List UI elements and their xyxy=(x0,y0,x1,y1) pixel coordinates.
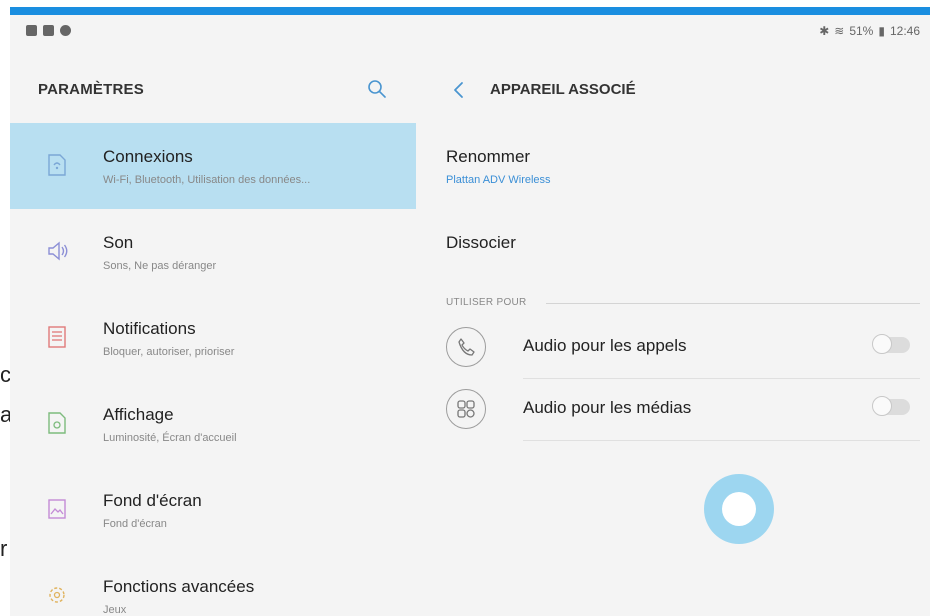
rename-label: Renommer xyxy=(446,147,531,166)
advanced-features-icon xyxy=(49,587,65,603)
mail-icon xyxy=(43,25,54,36)
system-status: ✱ ≋ 51% ▮ 12:46 xyxy=(819,24,920,38)
search-icon[interactable] xyxy=(366,78,388,100)
clock: 12:46 xyxy=(889,24,920,38)
row-divider xyxy=(523,378,920,379)
back-arrow-icon[interactable] xyxy=(452,80,466,100)
phone-icon xyxy=(446,327,486,367)
sound-icon xyxy=(48,241,68,261)
paired-device-panel: APPAREIL ASSOCIÉ Renommer Plattan ADV Wi… xyxy=(416,49,930,616)
section-header: UTILISER POUR xyxy=(446,297,527,308)
blocked-icon xyxy=(60,25,71,36)
page-title: PARAMÈTRES xyxy=(38,81,144,98)
notification-icons xyxy=(26,25,71,36)
status-bar: ✱ ≋ 51% ▮ 12:46 xyxy=(10,15,930,49)
display-icon xyxy=(48,412,66,434)
settings-item-fonctions-avancees[interactable]: Fonctions avancées Jeux xyxy=(10,553,416,616)
settings-item-title: Son xyxy=(103,233,134,252)
settings-item-connexions[interactable]: Connexions Wi-Fi, Bluetooth, Utilisation… xyxy=(10,123,416,209)
loading-spinner xyxy=(704,474,774,544)
settings-item-notifications[interactable]: Notifications Bloquer, autoriser, priori… xyxy=(10,295,416,381)
unpair-button[interactable]: Dissocier xyxy=(446,233,516,253)
settings-item-subtitle: Wi-Fi, Bluetooth, Utilisation des donnée… xyxy=(103,174,311,186)
settings-item-title: Notifications xyxy=(103,319,196,338)
settings-item-title: Fond d'écran xyxy=(103,491,202,510)
detail-title: APPAREIL ASSOCIÉ xyxy=(490,81,636,98)
option-label: Audio pour les médias xyxy=(523,398,692,417)
settings-item-subtitle: Fond d'écran xyxy=(103,518,167,530)
settings-item-son[interactable]: Son Sons, Ne pas déranger xyxy=(10,209,416,295)
battery-icon: ▮ xyxy=(878,24,885,38)
settings-header: PARAMÈTRES xyxy=(10,49,416,123)
bluetooth-icon: ✱ xyxy=(819,24,830,38)
option-label: Audio pour les appels xyxy=(523,336,687,355)
section-divider xyxy=(546,303,920,304)
notifications-icon xyxy=(48,326,66,348)
settings-item-fond-ecran[interactable]: Fond d'écran Fond d'écran xyxy=(10,467,416,553)
settings-item-affichage[interactable]: Affichage Luminosité, Écran d'accueil xyxy=(10,381,416,467)
tablet-screen: ✱ ≋ 51% ▮ 12:46 PARAMÈTRES Connexions Wi… xyxy=(10,7,930,616)
wallpaper-icon xyxy=(48,499,66,519)
row-divider xyxy=(523,440,920,441)
background-glyph: r xyxy=(0,536,8,561)
settings-panel: PARAMÈTRES Connexions Wi-Fi, Bluetooth, … xyxy=(10,49,416,616)
settings-item-subtitle: Luminosité, Écran d'accueil xyxy=(103,432,237,444)
notification-icon xyxy=(26,25,37,36)
call-audio-toggle[interactable] xyxy=(872,334,910,354)
settings-item-subtitle: Jeux xyxy=(103,604,127,616)
settings-item-subtitle: Bloquer, autoriser, prioriser xyxy=(103,346,235,358)
settings-item-title: Fonctions avancées xyxy=(103,577,255,596)
media-audio-toggle[interactable] xyxy=(872,396,910,416)
settings-item-title: Affichage xyxy=(103,405,174,424)
settings-item-title: Connexions xyxy=(103,147,193,166)
media-icon xyxy=(446,389,486,429)
media-audio-option[interactable]: Audio pour les médias xyxy=(446,381,920,441)
battery-percent: 51% xyxy=(849,24,874,38)
call-audio-option[interactable]: Audio pour les appels xyxy=(446,319,920,379)
settings-item-subtitle: Sons, Ne pas déranger xyxy=(103,260,217,272)
device-name: Plattan ADV Wireless xyxy=(446,174,551,186)
wifi-icon: ≋ xyxy=(834,24,845,38)
connections-icon xyxy=(48,154,66,176)
